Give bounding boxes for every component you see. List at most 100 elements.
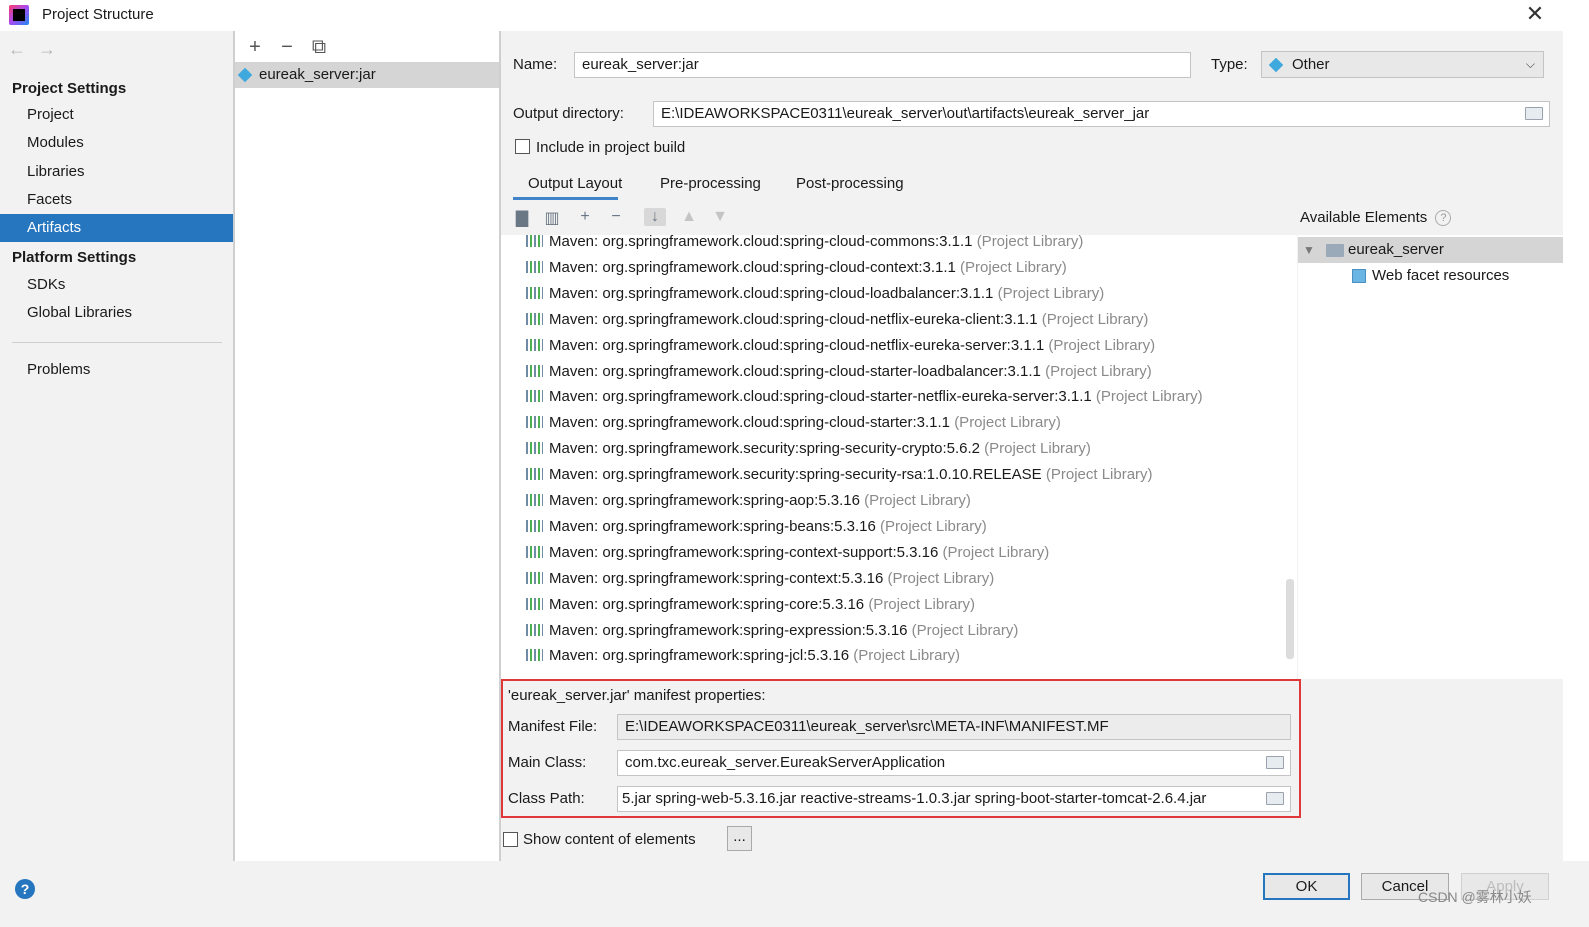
tree-row-suffix: (Project Library) <box>880 517 987 535</box>
library-icon <box>526 442 543 455</box>
output-dir-input[interactable]: E:\IDEAWORKSPACE0311\eureak_server\out\a… <box>653 101 1550 127</box>
tab-post-processing[interactable]: Post-processing <box>796 172 904 200</box>
tree-row[interactable]: Maven: org.springframework.cloud:spring-… <box>526 410 1061 436</box>
tree-row[interactable]: Maven: org.springframework:spring-contex… <box>526 540 1049 566</box>
tree-row-label: Maven: org.springframework.cloud:spring-… <box>549 414 951 432</box>
close-icon[interactable]: ✕ <box>1520 0 1550 30</box>
library-icon <box>526 260 543 273</box>
watermark: CSDN @雾林小妖 <box>1418 889 1532 905</box>
forward-arrow-icon[interactable]: → <box>38 39 56 59</box>
artifact-item[interactable]: eureak_server:jar <box>235 62 499 88</box>
tree-row-suffix: (Project Library) <box>1048 336 1156 354</box>
sidebar-item-global-libraries[interactable]: Global Libraries <box>0 299 233 327</box>
type-select[interactable]: Other ⌵ <box>1261 51 1544 78</box>
help-icon[interactable]: ? <box>1435 210 1452 226</box>
module-folder-icon <box>1326 244 1344 257</box>
main-class-label: Main Class: <box>508 754 587 771</box>
folder-icon[interactable] <box>1266 756 1284 769</box>
available-elements-label: Available Elements <box>1300 209 1428 226</box>
tree-row[interactable]: Maven: org.springframework.security:spri… <box>526 462 1153 488</box>
type-label: Type: <box>1211 56 1248 73</box>
tree-row[interactable]: Maven: org.springframework:spring-expres… <box>526 618 1018 644</box>
tree-row[interactable]: Maven: org.springframework.cloud:spring-… <box>526 235 1083 255</box>
artifact-item-label: eureak_server:jar <box>259 66 376 83</box>
library-icon <box>526 312 543 325</box>
tree-row[interactable]: Maven: org.springframework.cloud:spring-… <box>526 333 1155 359</box>
tree-row-suffix: (Project Library) <box>911 621 1019 639</box>
tree-row[interactable]: Maven: org.springframework.security:spri… <box>526 436 1091 462</box>
tree-row-label: Maven: org.springframework.security:spri… <box>549 466 1042 484</box>
ellipsis-button[interactable]: ... <box>727 826 752 851</box>
tree-row-label: Maven: org.springframework.cloud:spring-… <box>549 362 1041 380</box>
output-layout-tree[interactable]: Maven: org.springframework.cloud:spring-… <box>501 235 1297 679</box>
manifest-properties-panel: 'eureak_server.jar' manifest properties:… <box>501 679 1301 818</box>
include-build-checkbox[interactable] <box>515 139 530 154</box>
name-input[interactable]: eureak_server:jar <box>574 52 1191 78</box>
folder-icon[interactable] <box>1525 107 1543 120</box>
tree-row-label: Maven: org.springframework.cloud:spring-… <box>549 336 1045 354</box>
library-icon <box>526 468 543 481</box>
tree-row[interactable]: Maven: org.springframework:spring-jcl:5.… <box>526 643 960 669</box>
tree-row[interactable]: Maven: org.springframework:spring-beans:… <box>526 514 987 540</box>
sidebar-item-libraries[interactable]: Libraries <box>0 158 233 186</box>
sidebar-item-artifacts[interactable]: Artifacts <box>0 214 233 242</box>
move-down-icon[interactable]: ▼ <box>709 208 731 226</box>
tree-row[interactable]: Maven: org.springframework.cloud:spring-… <box>526 307 1148 333</box>
name-label: Name: <box>513 56 558 73</box>
tree-row[interactable]: Maven: org.springframework:spring-contex… <box>526 566 994 592</box>
sort-icon[interactable]: ↓ <box>644 208 666 226</box>
move-up-icon[interactable]: ▲ <box>678 208 700 226</box>
remove-icon[interactable]: − <box>605 208 627 226</box>
sidebar-item-problems[interactable]: Problems <box>0 356 233 384</box>
tree-row[interactable]: Maven: org.springframework.cloud:spring-… <box>526 281 1104 307</box>
available-root-item[interactable]: ▼ eureak_server <box>1298 237 1563 263</box>
show-content-checkbox[interactable] <box>503 832 518 847</box>
tree-row[interactable]: Maven: org.springframework:spring-core:5… <box>526 592 975 618</box>
class-path-value: 5.jar spring-web-5.3.16.jar reactive-str… <box>622 790 1207 807</box>
copy-icon[interactable]: ⧉ <box>307 36 331 59</box>
tree-row-label: Maven: org.springframework:spring-contex… <box>549 569 884 587</box>
sidebar-item-modules[interactable]: Modules <box>0 129 233 157</box>
tree-row[interactable]: Maven: org.springframework.cloud:spring-… <box>526 255 1067 281</box>
ok-button[interactable]: OK <box>1263 873 1350 900</box>
add-icon[interactable]: + <box>243 36 267 59</box>
available-elements-tree[interactable]: ▼ eureak_server Web facet resources <box>1298 235 1563 679</box>
type-select-value: Other <box>1292 56 1330 73</box>
folder-icon[interactable] <box>1266 792 1284 805</box>
sidebar-item-sdks[interactable]: SDKs <box>0 271 233 299</box>
available-child-item[interactable]: Web facet resources <box>1352 263 1509 289</box>
show-content-label: Show content of elements <box>523 831 696 848</box>
add-icon[interactable]: + <box>574 208 596 226</box>
library-icon <box>526 649 543 662</box>
help-button[interactable]: ? <box>15 879 35 899</box>
sidebar: ← → Project Settings Project Modules Libr… <box>0 31 233 861</box>
expand-arrow-icon[interactable]: ▼ <box>1303 237 1315 263</box>
tree-row-suffix: (Project Library) <box>942 543 1050 561</box>
tree-row[interactable]: Maven: org.springframework.cloud:spring-… <box>526 359 1152 385</box>
back-arrow-icon[interactable]: ← <box>8 39 26 59</box>
tree-row[interactable]: Maven: org.springframework:spring-aop:5.… <box>526 488 971 514</box>
archive-icon[interactable]: ▥ <box>541 208 563 228</box>
class-path-input[interactable]: 5.jar spring-web-5.3.16.jar reactive-str… <box>617 786 1291 812</box>
new-directory-icon[interactable]: ▇ <box>511 208 533 228</box>
nav-arrows: ← → <box>8 39 68 60</box>
sidebar-item-project[interactable]: Project <box>0 101 233 129</box>
tree-row-suffix: (Project Library) <box>984 440 1091 458</box>
include-build-label: Include in project build <box>536 139 686 156</box>
library-icon <box>526 571 543 584</box>
tree-row-label: Maven: org.springframework.cloud:spring-… <box>549 388 1092 406</box>
output-dir-value: E:\IDEAWORKSPACE0311\eureak_server\out\a… <box>661 105 1150 122</box>
main-class-value: com.txc.eureak_server.EureakServerApplic… <box>625 754 946 771</box>
tree-row-suffix: (Project Library) <box>887 569 995 587</box>
tree-row[interactable]: Maven: org.springframework.cloud:spring-… <box>526 384 1203 410</box>
sidebar-item-facets[interactable]: Facets <box>0 186 233 214</box>
scrollbar[interactable] <box>1286 579 1294 659</box>
tree-row-suffix: (Project Library) <box>960 258 1067 276</box>
tab-pre-processing[interactable]: Pre-processing <box>660 172 761 200</box>
remove-icon[interactable]: − <box>275 36 299 59</box>
tab-output-layout[interactable]: Output Layout <box>513 172 622 200</box>
library-icon <box>526 364 543 377</box>
main-class-input[interactable]: com.txc.eureak_server.EureakServerApplic… <box>617 750 1291 776</box>
manifest-file-field: E:\IDEAWORKSPACE0311\eureak_server\src\M… <box>617 714 1291 740</box>
library-icon <box>526 390 543 403</box>
